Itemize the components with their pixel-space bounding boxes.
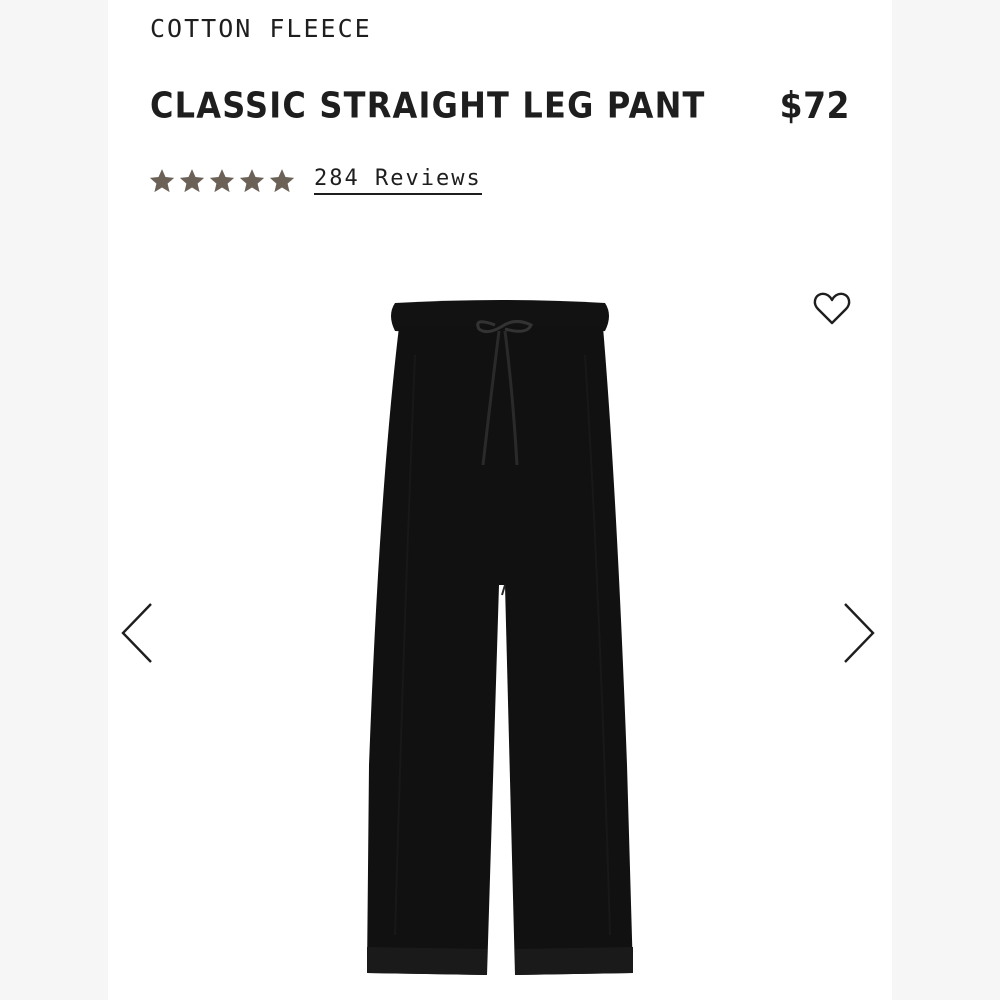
star-icon	[179, 168, 205, 192]
product-image	[367, 300, 633, 975]
left-cuff	[367, 947, 487, 975]
chevron-left-icon[interactable]	[118, 600, 158, 666]
right-cuff	[515, 947, 633, 975]
star-icon	[209, 168, 235, 192]
product-rating: 284 Reviews	[148, 166, 482, 195]
product-price: $72	[779, 84, 850, 127]
chevron-right-icon[interactable]	[838, 600, 878, 666]
star-icon	[269, 168, 295, 192]
star-rating	[148, 167, 296, 195]
product-title: CLASSIC STRAIGHT LEG PANT	[150, 84, 706, 127]
heart-outline-icon[interactable]	[810, 286, 854, 330]
left-margin	[0, 0, 108, 1000]
right-margin	[892, 0, 1000, 1000]
reviews-link[interactable]: 284 Reviews	[314, 166, 482, 195]
collection-label: COTTON FLEECE	[150, 14, 372, 43]
product-page: COTTON FLEECE CLASSIC STRAIGHT LEG PANT …	[0, 0, 1000, 1000]
star-icon	[149, 168, 175, 192]
pant-body	[367, 327, 633, 975]
star-icon	[239, 168, 265, 192]
